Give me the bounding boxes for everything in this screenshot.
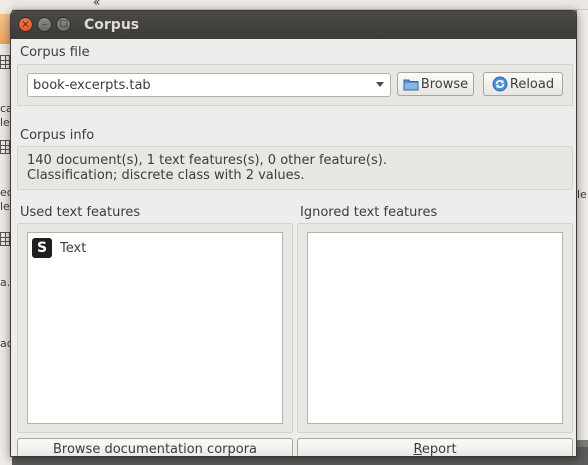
string-feature-icon: S xyxy=(32,238,52,258)
browse-docs-label: Browse documentation corpora xyxy=(52,441,258,457)
corpus-window: × – □ Corpus Corpus file book-excerpts.t… xyxy=(10,10,577,457)
corpus-info-line: 140 document(s), 1 text features(s), 0 o… xyxy=(27,153,387,168)
maximize-window-button[interactable]: □ xyxy=(56,17,71,32)
corpus-file-group-title: Corpus file xyxy=(20,45,90,60)
close-icon: × xyxy=(21,18,30,30)
minimize-icon: – xyxy=(42,18,47,30)
selected-file-value: book-excerpts.tab xyxy=(33,77,151,93)
browse-documentation-corpora-button[interactable]: Browse documentation corpora xyxy=(17,438,293,457)
chevron-down-icon xyxy=(376,82,384,87)
background-label-fragment: le xyxy=(0,200,10,213)
folder-icon xyxy=(403,77,419,91)
corpus-file-select[interactable]: book-excerpts.tab xyxy=(27,73,391,97)
corpus-info-group-title: Corpus info xyxy=(20,128,95,143)
background-app-right-strip: le xyxy=(577,10,588,440)
background-app-toolbar: « xyxy=(0,0,588,10)
collapse-chevron-icon[interactable]: « xyxy=(93,0,100,9)
window-content: Corpus file book-excerpts.tab Browse Rel… xyxy=(11,39,576,457)
table-icon xyxy=(0,55,10,69)
close-window-button[interactable]: × xyxy=(18,17,33,32)
list-item[interactable]: S Text xyxy=(32,237,86,259)
maximize-icon: □ xyxy=(59,19,68,29)
used-features-group-title: Used text features xyxy=(20,205,141,220)
reload-button[interactable]: Reload xyxy=(483,72,563,96)
ignored-features-group-title: Ignored text features xyxy=(300,205,438,220)
background-label-fragment: le xyxy=(577,188,587,201)
browse-button[interactable]: Browse xyxy=(397,72,474,96)
corpus-info-line: Classification; discrete class with 2 va… xyxy=(27,168,305,183)
used-features-list[interactable]: S Text xyxy=(27,232,283,424)
report-button[interactable]: Report xyxy=(297,438,573,457)
ignored-features-list[interactable] xyxy=(307,232,563,424)
corpus-info-text: 140 document(s), 1 text features(s), 0 o… xyxy=(27,153,387,183)
table-icon xyxy=(0,140,10,154)
background-label-fragment: a. xyxy=(0,276,11,289)
reload-button-label: Reload xyxy=(509,76,555,92)
window-title: Corpus xyxy=(84,17,140,33)
table-icon xyxy=(0,232,10,246)
feature-label: Text xyxy=(60,240,87,256)
minimize-window-button[interactable]: – xyxy=(37,17,52,32)
window-titlebar[interactable]: × – □ Corpus xyxy=(11,11,576,39)
reload-icon xyxy=(492,76,508,92)
browse-button-label: Browse xyxy=(420,76,469,92)
report-label: Report xyxy=(413,441,457,457)
background-label-fragment: le xyxy=(0,116,10,129)
